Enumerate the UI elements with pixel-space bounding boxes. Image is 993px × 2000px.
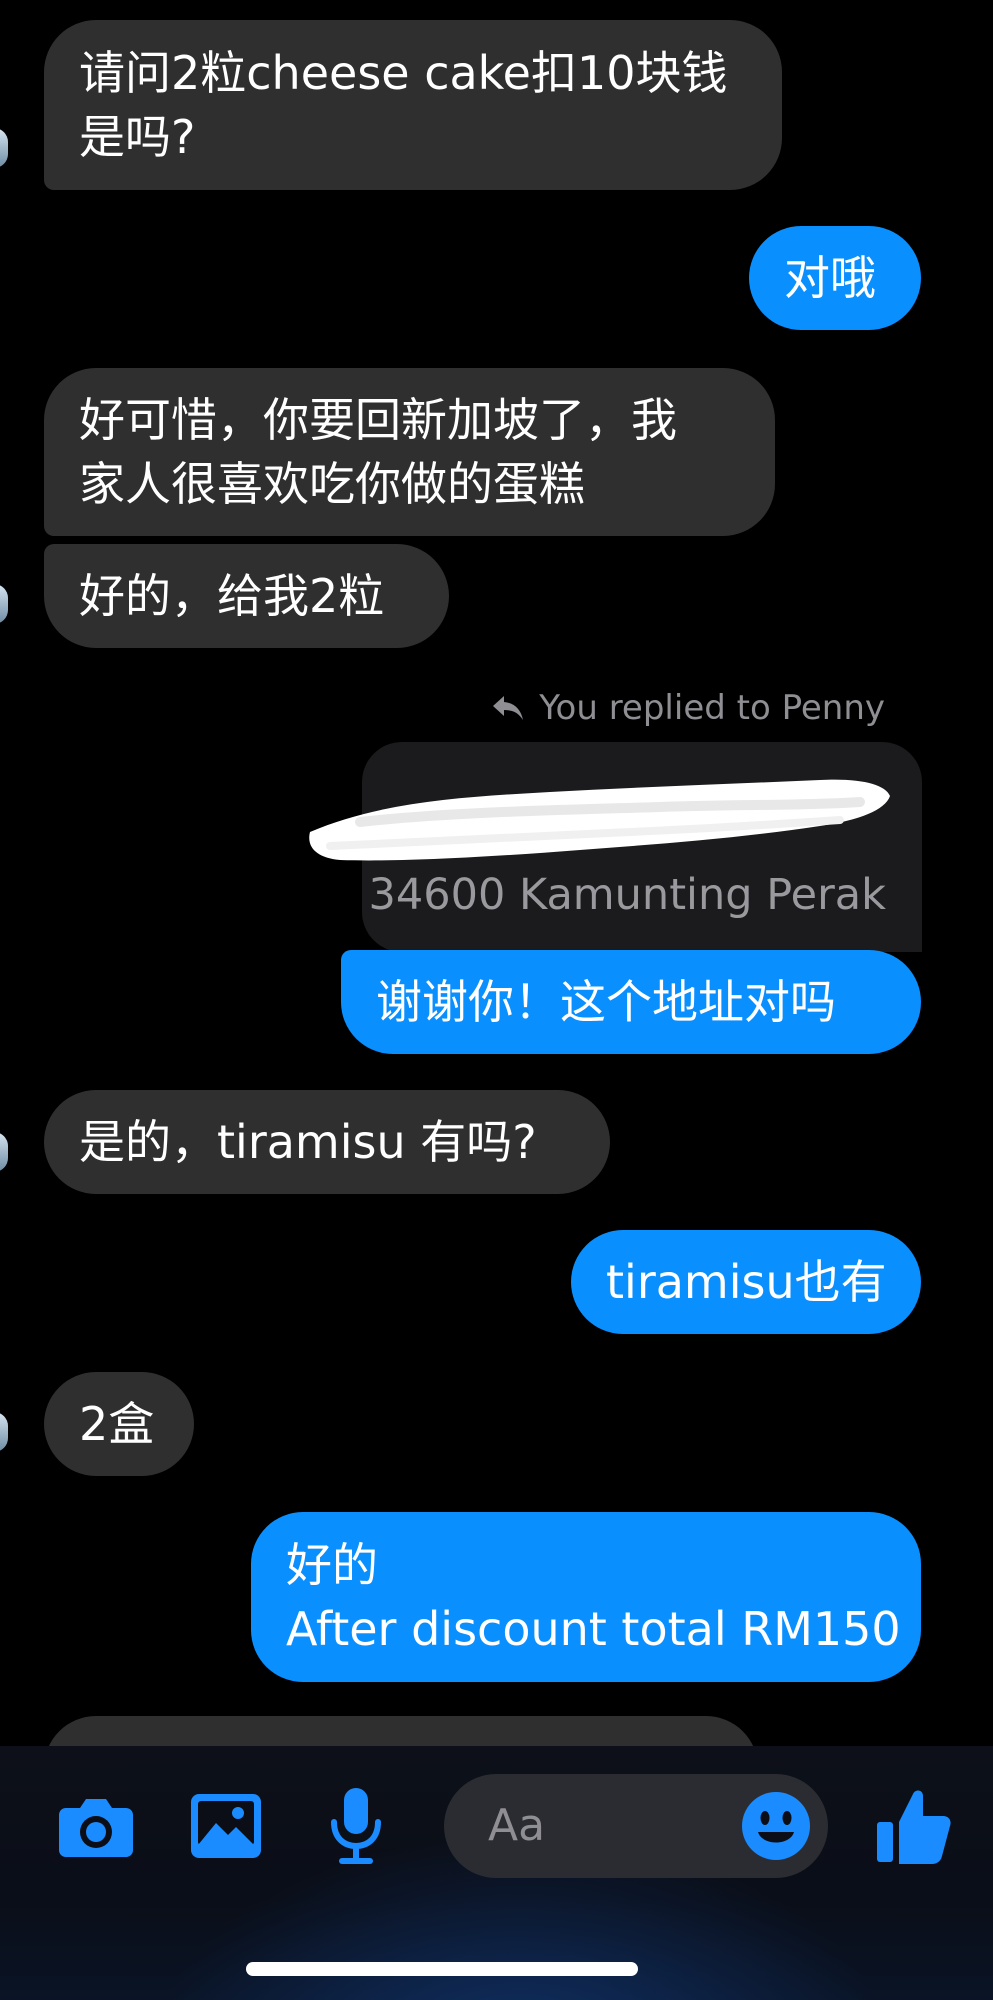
message-text-line: tiramisu也有 xyxy=(606,1255,887,1309)
message-text-line: 好的 xyxy=(286,1538,378,1592)
camera-icon xyxy=(59,1799,133,1857)
redaction-scribble xyxy=(309,779,890,861)
emoji-icon[interactable] xyxy=(740,1790,812,1862)
reply-header: You replied to Penny xyxy=(491,686,885,730)
message-text-line: After discount total RM150 xyxy=(286,1602,901,1656)
quoted-message-text: 34600 Kamunting Perak xyxy=(368,870,886,920)
message-text-line: 对哦 xyxy=(784,251,876,305)
incoming-message-bubble[interactable]: 是的，tiramisu 有吗? xyxy=(44,1090,610,1194)
sender-avatar xyxy=(0,128,8,168)
message-input-placeholder: Aa xyxy=(488,1800,546,1851)
message-text-line: 是的，tiramisu 有吗? xyxy=(79,1115,537,1169)
message-input[interactable]: Aa xyxy=(444,1774,828,1878)
like-button[interactable] xyxy=(874,1786,954,1866)
incoming-message-bubble[interactable]: 2盒 xyxy=(44,1372,194,1476)
sender-avatar xyxy=(0,584,8,624)
microphone-icon xyxy=(331,1788,381,1864)
outgoing-message-bubble[interactable]: 好的 After discount total RM150 xyxy=(251,1512,921,1682)
outgoing-message-bubble[interactable]: 谢谢你！这个地址对吗 xyxy=(341,950,921,1054)
message-text-line: 好的，给我2粒 xyxy=(79,569,385,623)
sender-avatar xyxy=(0,1132,8,1172)
message-text-line: 好可惜，你要回新加坡了，我 xyxy=(79,393,677,447)
message-text-line: 家人很喜欢吃你做的蛋糕 xyxy=(79,457,585,511)
message-text-line: 谢谢你！这个地址对吗 xyxy=(376,975,836,1029)
reply-arrow-icon xyxy=(493,696,524,720)
photo-icon xyxy=(191,1794,261,1858)
incoming-message-bubble[interactable]: 好可惜，你要回新加坡了，我 家人很喜欢吃你做的蛋糕 xyxy=(44,368,775,536)
message-text-line: 请问2粒cheese cake扣10块钱 xyxy=(79,46,728,100)
composer-bar: Aa xyxy=(0,1746,993,2000)
reply-header-text: You replied to Penny xyxy=(539,688,885,728)
voice-button[interactable] xyxy=(316,1786,396,1866)
message-text-line: 2盒 xyxy=(79,1397,155,1451)
incoming-message-bubble[interactable]: 请问2粒cheese cake扣10块钱 是吗? xyxy=(44,20,782,190)
incoming-message-bubble[interactable]: 好的，给我2粒 xyxy=(44,544,449,648)
thumbs-up-icon xyxy=(877,1790,951,1864)
outgoing-message-bubble[interactable]: tiramisu也有 xyxy=(571,1230,921,1334)
sender-avatar xyxy=(0,1412,8,1452)
outgoing-message-bubble[interactable]: 对哦 xyxy=(749,226,921,330)
photo-button[interactable] xyxy=(186,1786,266,1866)
message-text-line: 是吗? xyxy=(79,110,196,164)
camera-button[interactable] xyxy=(56,1786,136,1866)
home-indicator[interactable] xyxy=(246,1962,638,1976)
